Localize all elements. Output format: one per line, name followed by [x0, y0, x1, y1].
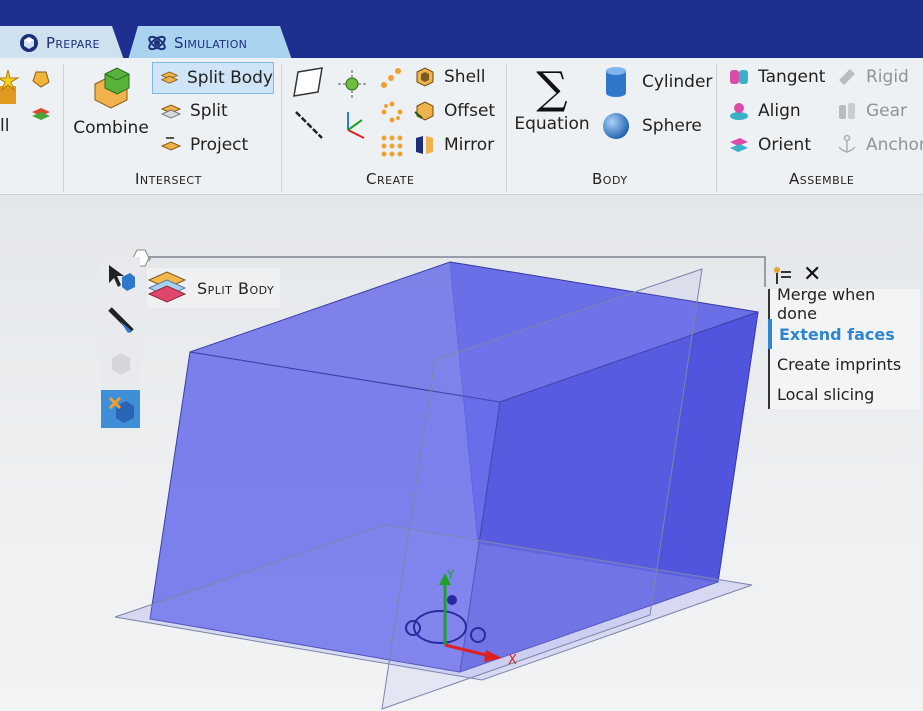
separator: [506, 64, 507, 192]
shell-icon: [416, 67, 434, 87]
axis-y-label: Y: [446, 568, 455, 582]
option-create-imprints[interactable]: Create imprints: [768, 349, 920, 379]
exclude-body-tool[interactable]: [101, 390, 140, 428]
group-label-intersect: Intersect: [135, 170, 202, 188]
option-local-slicing[interactable]: Local slicing: [768, 379, 920, 409]
partial-layers-icon[interactable]: [30, 102, 52, 124]
tab-simulation-label: Simulation: [174, 34, 248, 52]
mirror-button[interactable]: Mirror: [414, 134, 494, 156]
gear-button[interactable]: Gear: [836, 100, 907, 122]
sphere-label: Sphere: [642, 116, 702, 136]
axis-line-icon[interactable]: [294, 110, 324, 140]
mirror-icon: [416, 136, 433, 154]
combine-label: Combine: [73, 118, 149, 138]
tab-prepare[interactable]: Prepare: [0, 26, 124, 60]
orient-button[interactable]: Orient: [728, 134, 811, 156]
separator: [63, 64, 64, 192]
mirror-label: Mirror: [444, 135, 495, 155]
tangent-icon: [730, 70, 748, 84]
split-body-label: Split Body: [186, 68, 273, 88]
project-button[interactable]: Project: [160, 134, 248, 156]
sigma-icon: ∑: [536, 63, 568, 114]
separator: [716, 64, 717, 192]
tool-title: Split Body: [147, 268, 281, 308]
split-label: Split: [190, 101, 228, 121]
partial-label: ll: [0, 116, 10, 136]
anchor-label: Anchor: [866, 135, 923, 155]
project-icon: [160, 137, 182, 151]
cutter-tool[interactable]: [101, 301, 140, 339]
prepare-cube-icon: [18, 32, 40, 54]
options-pin-icon[interactable]: [771, 264, 793, 286]
orient-label: Orient: [758, 135, 811, 155]
grid-pattern-icon[interactable]: [380, 134, 404, 158]
cylinder-button[interactable]: Cylinder: [604, 66, 712, 98]
group-label-assemble: Assemble: [789, 170, 855, 188]
tangent-button[interactable]: Tangent: [728, 66, 825, 88]
offset-label: Offset: [444, 101, 496, 121]
saw-icon: [107, 307, 134, 333]
rigid-icon: [839, 69, 855, 85]
orient-icon: [730, 138, 748, 152]
combine-icon: [94, 67, 130, 109]
ghost-cube-icon: [111, 353, 130, 375]
sphere-button[interactable]: Sphere: [602, 112, 702, 140]
rigid-button[interactable]: Rigid: [836, 66, 909, 88]
tab-simulation[interactable]: Simulation: [128, 26, 292, 60]
equation-label: Equation: [514, 114, 590, 134]
target-body-tool[interactable]: [101, 345, 140, 383]
equation-button[interactable]: ∑ Equation: [514, 63, 590, 135]
select-body-tool[interactable]: [101, 259, 140, 297]
align-label: Align: [758, 101, 801, 121]
cylinder-icon: [606, 67, 626, 97]
plane-icon[interactable]: [292, 66, 324, 98]
tangent-label: Tangent: [758, 67, 826, 87]
combine-button[interactable]: Combine: [73, 66, 149, 138]
exclude-cube-icon: [108, 396, 134, 423]
close-icon[interactable]: ✕: [803, 262, 821, 287]
split-icon: [160, 104, 182, 119]
cylinder-label: Cylinder: [642, 72, 713, 92]
group-label-body: Body: [592, 170, 628, 188]
point-icon[interactable]: [336, 68, 368, 100]
anchor-button[interactable]: Anchor: [836, 134, 923, 156]
offset-button[interactable]: Offset: [414, 100, 495, 122]
offset-icon: [414, 101, 434, 121]
sphere-icon: [603, 113, 629, 139]
axis-x-label: X: [508, 653, 517, 668]
shell-button[interactable]: Shell: [414, 66, 485, 88]
gear-label: Gear: [866, 101, 908, 121]
rigid-label: Rigid: [866, 67, 909, 87]
split-button[interactable]: Split: [160, 100, 228, 122]
split-body-icon: [160, 71, 179, 84]
partial-star-icon[interactable]: [0, 68, 24, 108]
split-body-large-icon: [147, 271, 187, 303]
gear-icon: [839, 103, 855, 119]
group-label-create: Create: [366, 170, 415, 188]
pattern-dots-icon[interactable]: [378, 66, 404, 92]
coordinate-system-icon[interactable]: [336, 108, 368, 142]
shell-label: Shell: [444, 67, 486, 87]
align-button[interactable]: Align: [728, 100, 801, 122]
anchor-icon: [838, 134, 856, 153]
split-body-button[interactable]: Split Body: [152, 62, 274, 94]
simulation-atom-icon: [146, 32, 168, 54]
project-label: Project: [190, 135, 249, 155]
option-merge-when-done[interactable]: Merge when done: [768, 285, 920, 323]
tool-title-label: Split Body: [197, 278, 275, 298]
partial-shape-icon[interactable]: [30, 68, 52, 90]
select-cursor-icon: [108, 265, 135, 291]
align-icon: [730, 103, 748, 120]
option-extend-faces[interactable]: Extend faces: [768, 319, 920, 349]
tab-prepare-label: Prepare: [46, 34, 100, 52]
circular-pattern-icon[interactable]: [380, 100, 404, 124]
separator: [281, 64, 282, 192]
